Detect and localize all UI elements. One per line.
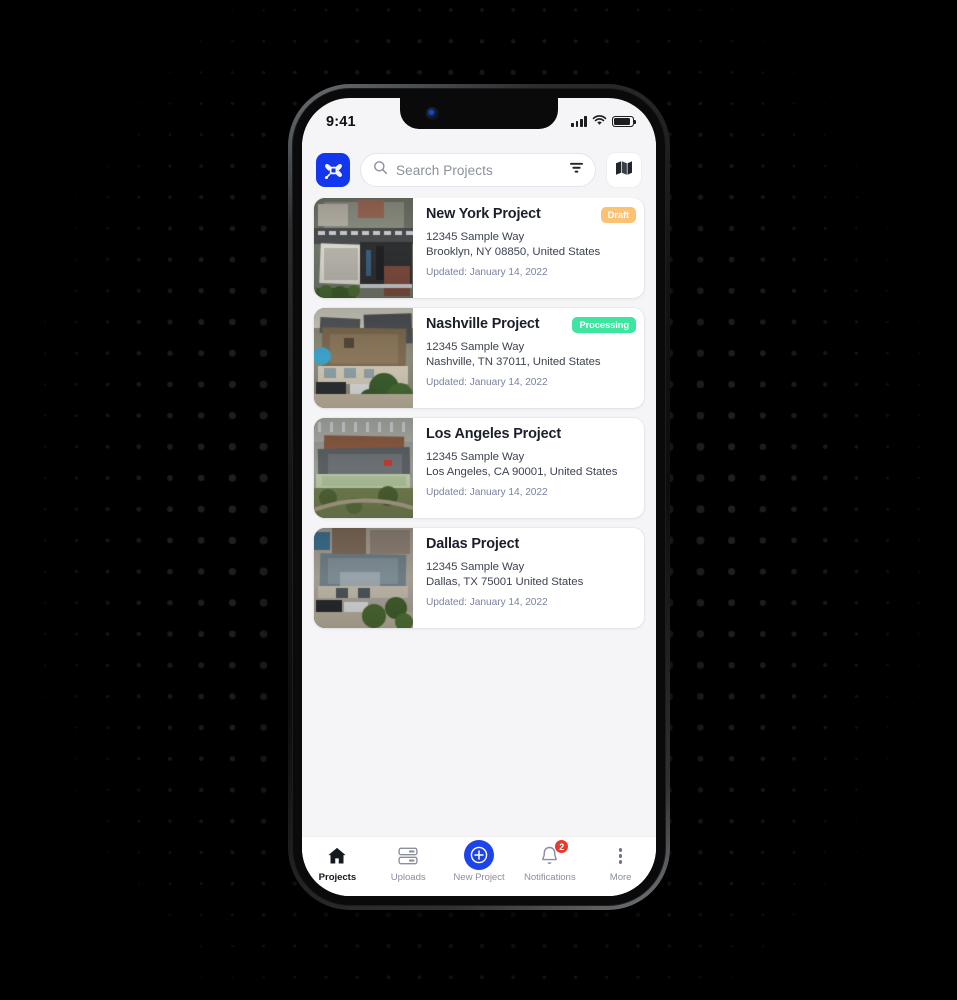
cellular-signal-icon	[571, 116, 587, 127]
tab-notifications[interactable]: 2 Notifications	[514, 839, 585, 883]
phone-notch	[400, 98, 558, 129]
tab-label: Projects	[318, 872, 357, 883]
phone-mockup: 9:41 Search Projects New York Project 12…	[288, 84, 670, 910]
notification-count-badge: 2	[554, 839, 570, 854]
project-address-line1: 12345 Sample Way	[426, 340, 525, 353]
front-camera-icon	[426, 107, 439, 120]
project-updated-date: Updated: January 14, 2022	[426, 267, 548, 279]
battery-icon	[612, 116, 637, 127]
tab-label: Uploads	[390, 872, 426, 883]
status-badge: Processing	[572, 317, 636, 334]
search-placeholder-text: Search Projects	[396, 162, 493, 178]
project-address-line2: Nashville, TN 37011, United States	[426, 356, 601, 368]
project-thumbnail	[314, 418, 413, 518]
project-card[interactable]: New York Project 12345 Sample Way Brooklyn…	[314, 198, 644, 298]
project-card-body: Nashville Project 12345 Sample Way Nashvil…	[413, 308, 644, 408]
home-icon	[326, 844, 348, 868]
tab-projects[interactable]: Projects	[302, 844, 373, 883]
project-thumbnail	[314, 528, 413, 628]
status-bar-indicators	[571, 113, 637, 131]
project-card[interactable]: Los Angeles Project 12345 Sample Way Los A…	[314, 418, 644, 518]
tab-new-project[interactable]: New Project	[444, 839, 515, 883]
project-updated-date: Updated: January 14, 2022	[426, 487, 548, 499]
project-title: Los Angeles Project	[426, 426, 561, 442]
project-updated-date: Updated: January 14, 2022	[426, 597, 548, 609]
top-toolbar: Search Projects	[302, 142, 656, 198]
project-card[interactable]: Dallas Project 12345 Sample Way Dallas, TX…	[314, 528, 644, 628]
tab-label: More	[609, 872, 632, 883]
drone-propeller-logo-icon[interactable]	[316, 153, 350, 187]
project-thumbnail	[314, 308, 413, 408]
filter-icon[interactable]	[569, 161, 584, 179]
project-updated-date: Updated: January 14, 2022	[426, 377, 548, 389]
tab-label: New Project	[453, 872, 505, 883]
kebab-menu-icon	[618, 844, 623, 868]
project-address-line2: Dallas, TX 75001 United States	[426, 576, 584, 588]
phone-screen: 9:41 Search Projects New York Project 12…	[302, 98, 656, 896]
project-title: Dallas Project	[426, 536, 520, 552]
new-project-fab[interactable]	[463, 839, 494, 870]
project-address-line1: 12345 Sample Way	[426, 560, 525, 573]
project-card-body: Los Angeles Project 12345 Sample Way Los A…	[413, 418, 644, 518]
search-input[interactable]: Search Projects	[360, 153, 596, 187]
bottom-tab-bar[interactable]: Projects Uploads New Project 2 Notifications…	[302, 836, 656, 896]
project-address-line2: Los Angeles, CA 90001, United States	[426, 466, 618, 478]
project-address-line1: 12345 Sample Way	[426, 450, 525, 463]
project-card-body: Dallas Project 12345 Sample Way Dallas, TX…	[413, 528, 644, 628]
wifi-icon	[592, 113, 607, 131]
uploads-icon	[397, 844, 419, 868]
plus-circle-icon	[463, 839, 494, 870]
project-list[interactable]: New York Project 12345 Sample Way Brooklyn…	[302, 198, 656, 851]
tab-uploads[interactable]: Uploads	[373, 844, 444, 883]
map-view-button[interactable]	[606, 152, 642, 188]
tab-label: Notifications	[523, 872, 576, 883]
search-icon	[373, 160, 388, 180]
project-address-line2: Brooklyn, NY 08850, United States	[426, 246, 601, 258]
tab-more[interactable]: More	[585, 844, 656, 883]
map-icon	[615, 160, 633, 181]
project-address-line1: 12345 Sample Way	[426, 230, 525, 243]
status-bar-time: 9:41	[326, 113, 356, 130]
project-thumbnail	[314, 198, 413, 298]
phone-frame: 9:41 Search Projects New York Project 12…	[288, 84, 670, 910]
bell-icon: 2	[539, 839, 570, 868]
status-badge: Draft	[600, 207, 636, 224]
project-card[interactable]: Nashville Project 12345 Sample Way Nashvil…	[314, 308, 644, 408]
project-card-body: New York Project 12345 Sample Way Brooklyn…	[413, 198, 644, 298]
